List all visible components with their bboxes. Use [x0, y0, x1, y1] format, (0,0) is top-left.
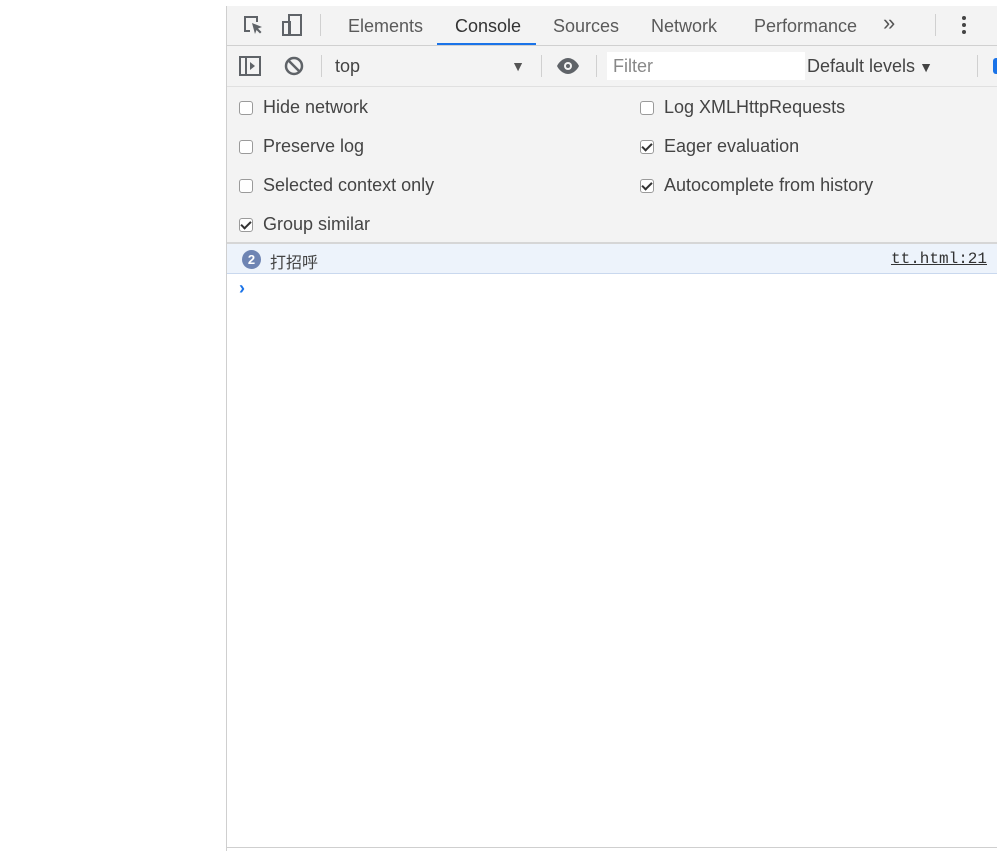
toolbar-divider	[935, 14, 936, 36]
panel-bottom-border	[227, 847, 997, 848]
context-selector[interactable]: top ▼	[335, 55, 525, 77]
console-log-row: 2 打招呼 tt.html:21	[227, 244, 997, 274]
tab-performance[interactable]: Performance	[754, 6, 857, 45]
autocomplete-from-history-checkbox[interactable]: Autocomplete from history	[640, 174, 873, 196]
log-levels-dropdown[interactable]: Default levels ▼	[807, 55, 933, 78]
dropdown-arrow-icon: ▼	[511, 58, 525, 74]
toolbar-divider	[977, 55, 978, 77]
tab-sources[interactable]: Sources	[553, 6, 619, 45]
toolbar-divider	[541, 55, 542, 77]
filter-input[interactable]	[607, 52, 805, 80]
selected-context-only-checkbox[interactable]: Selected context only	[239, 174, 434, 196]
console-toolbar: top ▼ Default levels▼	[227, 46, 997, 87]
active-tab-indicator	[437, 43, 536, 45]
log-message: 打招呼	[270, 253, 319, 272]
repeat-count-badge: 2	[242, 250, 261, 269]
log-source-link[interactable]: tt.html:21	[891, 250, 987, 268]
toolbar-divider	[596, 55, 597, 77]
checkbox-box[interactable]	[239, 179, 253, 193]
inspect-element-icon[interactable]	[241, 13, 265, 37]
tab-elements[interactable]: Elements	[348, 6, 423, 45]
checkbox-box[interactable]	[640, 179, 654, 193]
tab-network[interactable]: Network	[651, 6, 717, 45]
console-prompt-icon: ›	[239, 278, 245, 298]
console-input[interactable]	[257, 276, 987, 300]
context-value: top	[335, 56, 361, 76]
log-xmlhttprequests-checkbox[interactable]: Log XMLHttpRequests	[640, 96, 845, 118]
eager-evaluation-checkbox[interactable]: Eager evaluation	[640, 135, 799, 157]
checkbox-box[interactable]	[239, 101, 253, 115]
log-levels-label: Default levels	[807, 56, 916, 76]
settings-gear-icon[interactable]	[993, 58, 997, 74]
clear-console-icon[interactable]	[282, 54, 306, 78]
kebab-menu-icon[interactable]	[952, 13, 976, 37]
tab-console[interactable]: Console	[455, 6, 521, 45]
hide-network-checkbox[interactable]: Hide network	[239, 96, 368, 118]
console-settings-panel: Hide network Preserve log Selected conte…	[227, 87, 997, 244]
device-toolbar-icon[interactable]	[280, 13, 304, 37]
checkbox-box[interactable]	[640, 101, 654, 115]
toolbar-divider	[321, 55, 322, 77]
checkbox-box[interactable]	[239, 218, 253, 232]
more-tabs-icon[interactable]: »	[883, 10, 895, 36]
toolbar-divider	[320, 14, 321, 36]
checkbox-box[interactable]	[239, 140, 253, 154]
dropdown-arrow-icon: ▼	[919, 59, 933, 75]
checkbox-box[interactable]	[640, 140, 654, 154]
devtools-panel: Elements Console Sources Network Perform…	[226, 6, 997, 851]
eye-icon[interactable]	[556, 54, 580, 78]
sidebar-toggle-icon[interactable]	[238, 54, 262, 78]
preserve-log-checkbox[interactable]: Preserve log	[239, 135, 364, 157]
group-similar-checkbox[interactable]: Group similar	[239, 213, 370, 235]
tab-bar: Elements Console Sources Network Perform…	[227, 6, 997, 46]
